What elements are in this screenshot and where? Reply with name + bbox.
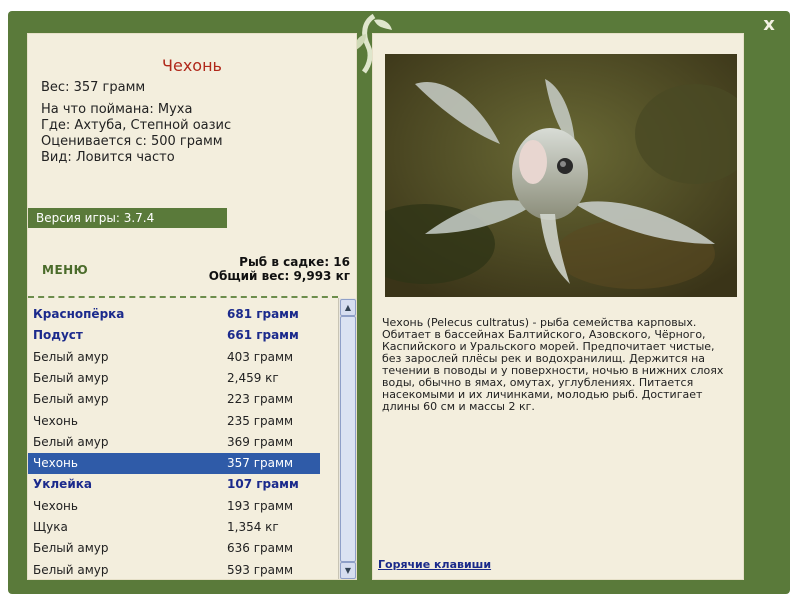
fish-details-panel: Чехонь (Pelecus cultratus) - рыба семейс…: [372, 33, 744, 580]
list-item-name: Чехонь: [33, 413, 78, 428]
hotkeys-link[interactable]: Горячие клавиши: [378, 558, 491, 571]
list-item-weight: 193 грамм: [227, 498, 294, 513]
fish-count: Рыб в садке: 16: [239, 255, 350, 269]
list-item-name: Белый амур: [33, 562, 109, 577]
list-item-weight: 223 грамм: [227, 392, 294, 407]
close-button[interactable]: x: [758, 14, 780, 36]
list-item[interactable]: Щука 1,354 кг: [28, 517, 320, 538]
catch-stats: Рыб в садке: 16 Общий вес: 9,993 кг: [209, 255, 350, 283]
list-item[interactable]: Белый амур 636 грамм: [28, 538, 320, 559]
fish-bait: На что поймана: Муха: [41, 102, 193, 117]
list-item-weight: 403 грамм: [227, 349, 294, 364]
list-item-weight: 369 грамм: [227, 434, 294, 449]
list-item[interactable]: Чехонь 357 грамм: [28, 453, 320, 475]
list-item[interactable]: Чехонь 235 грамм: [28, 411, 320, 432]
fish-kind: Вид: Ловится часто: [41, 150, 175, 165]
fish-location: Где: Ахтуба, Степной оазис: [41, 118, 232, 133]
fish-title: Чехонь: [162, 56, 222, 75]
catch-list[interactable]: Краснопёрка 681 грамм Подуст 661 грамм Белый…: [28, 296, 338, 579]
list-item-weight: 681 грамм: [227, 307, 299, 321]
list-item[interactable]: Белый амур 403 грамм: [28, 347, 320, 368]
list-scrollbar[interactable]: ▲ ▼: [338, 298, 356, 579]
list-item-name: Чехонь: [33, 456, 78, 471]
list-item-weight: 661 грамм: [227, 328, 299, 343]
list-item[interactable]: Уклейка 107 грамм: [28, 474, 320, 495]
list-item-name: Щука: [33, 520, 68, 534]
list-item-name: Краснопёрка: [33, 307, 125, 321]
list-item-weight: 636 грамм: [227, 541, 294, 556]
list-item[interactable]: Чехонь 193 грамм: [28, 496, 320, 517]
fish-info-panel: Чехонь Вес: 357 грамм На что поймана: Му…: [27, 33, 357, 580]
list-item-weight: 593 грамм: [227, 562, 294, 577]
list-item-name: Подуст: [33, 328, 83, 343]
fish-photo: [385, 54, 737, 297]
fish-value: Оценивается с: 500 грамм: [41, 134, 223, 149]
list-item[interactable]: Белый амур 593 грамм: [28, 560, 320, 579]
list-item[interactable]: Краснопёрка 681 грамм: [28, 304, 320, 325]
version-label: Версия игры: 3.7.4: [28, 208, 227, 228]
list-item-name: Белый амур: [33, 349, 109, 364]
list-item-weight: 1,354 кг: [227, 520, 279, 534]
list-item-weight: 107 грамм: [227, 477, 299, 492]
list-item-weight: 2,459 кг: [227, 370, 279, 385]
scroll-up-icon[interactable]: ▲: [340, 299, 356, 316]
list-item[interactable]: Подуст 661 грамм: [28, 325, 320, 346]
list-item-name: Белый амур: [33, 370, 109, 385]
list-item-name: Белый амур: [33, 541, 109, 556]
list-item[interactable]: Белый амур 369 грамм: [28, 432, 320, 453]
list-item-name: Белый амур: [33, 434, 109, 449]
list-item[interactable]: Белый амур 223 грамм: [28, 389, 320, 410]
list-item-weight: 357 грамм: [227, 456, 294, 471]
fish-description: Чехонь (Pelecus cultratus) - рыба семейс…: [382, 316, 724, 413]
list-item-weight: 235 грамм: [227, 413, 294, 428]
fish-weight: Вес: 357 грамм: [41, 80, 146, 95]
scroll-down-icon[interactable]: ▼: [340, 562, 356, 579]
menu-button[interactable]: МЕНЮ: [42, 263, 98, 279]
list-item-name: Белый амур: [33, 392, 109, 407]
scroll-thumb[interactable]: [340, 316, 356, 562]
list-item[interactable]: Белый амур 2,459 кг: [28, 368, 320, 389]
total-weight: Общий вес: 9,993 кг: [208, 269, 350, 283]
list-item-name: Уклейка: [33, 477, 92, 492]
list-item-name: Чехонь: [33, 498, 78, 513]
